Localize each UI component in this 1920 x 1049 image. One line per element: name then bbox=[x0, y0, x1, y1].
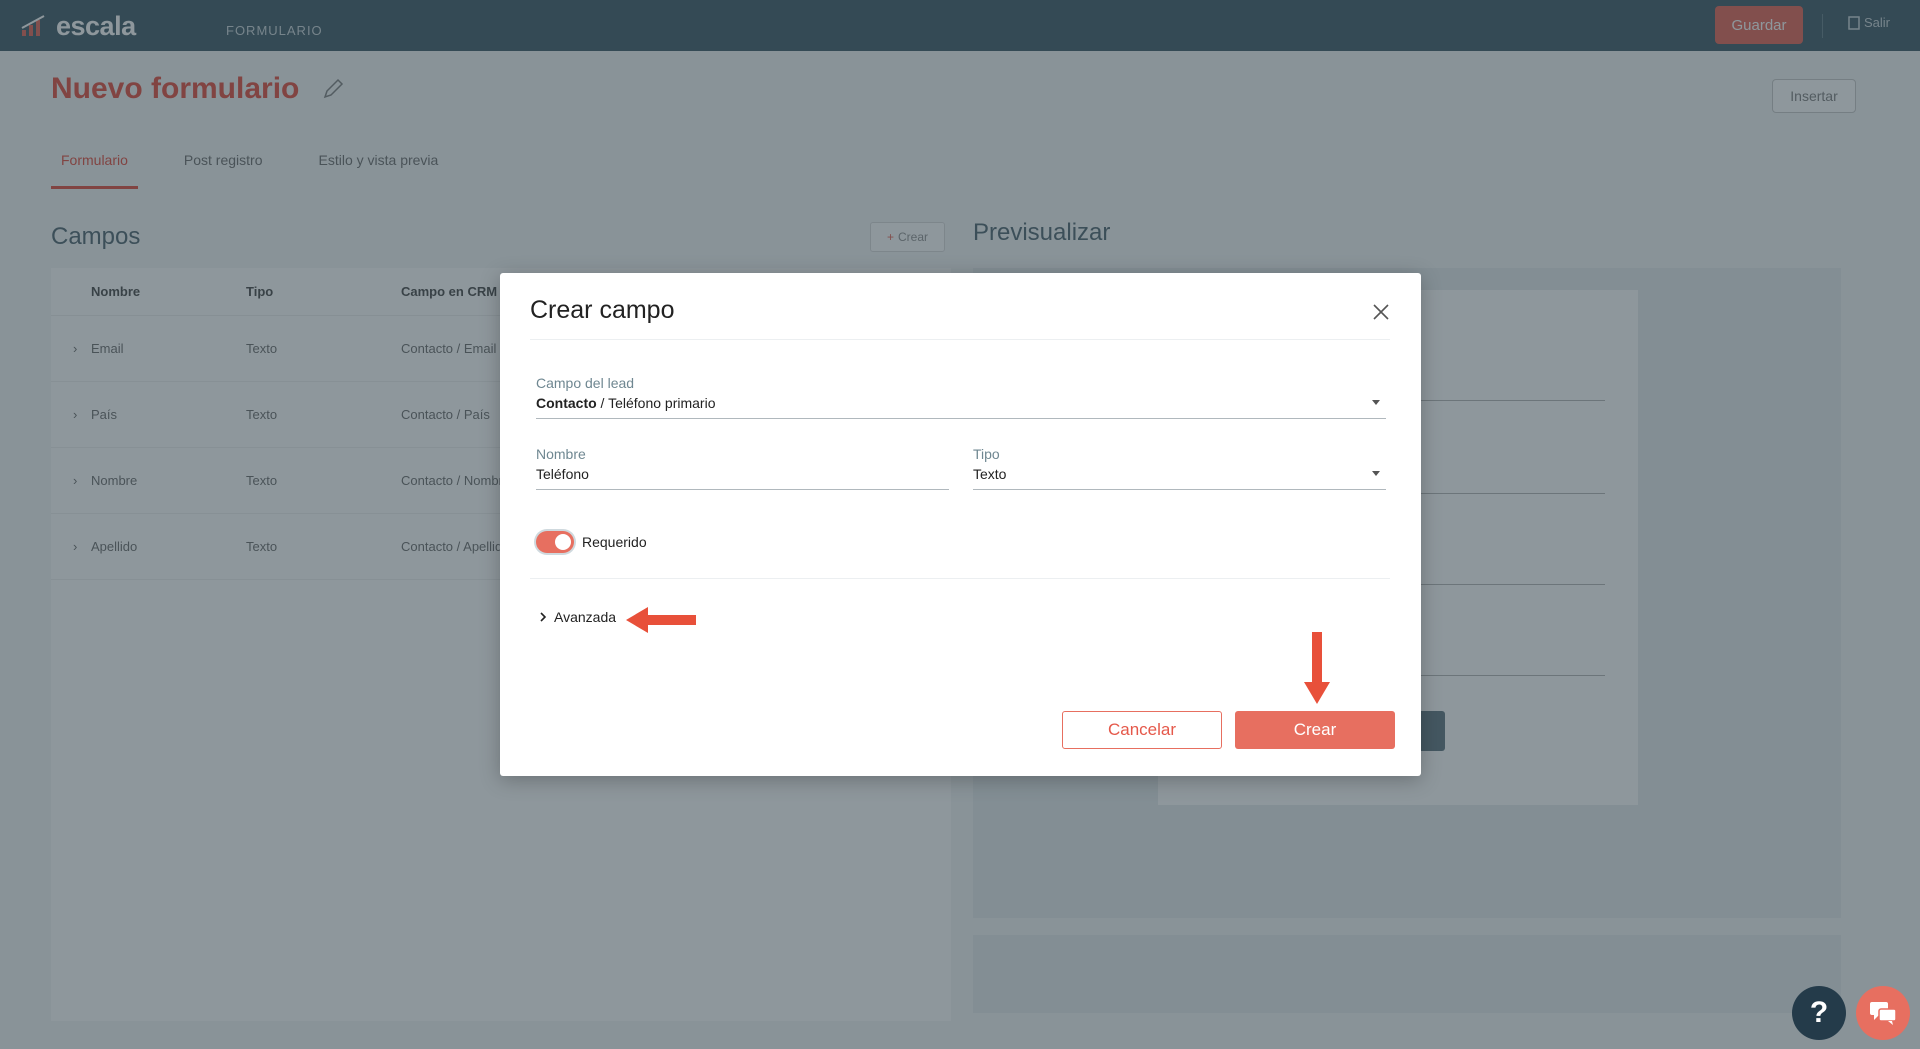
type-select[interactable]: Texto bbox=[973, 466, 1386, 490]
toggle-knob bbox=[555, 534, 571, 550]
advanced-label: Avanzada bbox=[554, 609, 617, 625]
advanced-toggle[interactable]: Avanzada bbox=[538, 609, 616, 625]
close-icon[interactable] bbox=[1372, 303, 1390, 321]
lead-field-property: / Teléfono primario bbox=[596, 395, 716, 411]
cancel-button[interactable]: Cancelar bbox=[1062, 711, 1222, 749]
annotation-arrow-left-icon bbox=[626, 607, 696, 633]
chat-button[interactable] bbox=[1856, 986, 1910, 1040]
create-button[interactable]: Crear bbox=[1235, 711, 1395, 749]
caret-down-icon[interactable] bbox=[1372, 400, 1380, 405]
chevron-right-icon bbox=[540, 612, 547, 622]
lead-field-value[interactable]: Contacto / Teléfono primario bbox=[536, 395, 1386, 419]
chat-icon bbox=[1870, 1002, 1897, 1025]
lead-field-label: Campo del lead bbox=[536, 375, 635, 391]
lead-field-select[interactable]: Campo del lead Contacto / Teléfono prima… bbox=[536, 375, 1386, 419]
name-input[interactable]: Teléfono bbox=[536, 466, 949, 490]
create-field-dialog: Crear campo Campo del lead Contacto / Te… bbox=[500, 273, 1421, 776]
required-toggle-row: Requerido bbox=[536, 531, 647, 553]
required-toggle[interactable] bbox=[536, 531, 574, 553]
dialog-divider bbox=[530, 578, 1390, 579]
question-icon: ? bbox=[1809, 996, 1829, 1029]
caret-down-icon[interactable] bbox=[1372, 471, 1380, 476]
help-button[interactable]: ? bbox=[1792, 986, 1846, 1040]
annotation-arrow-down-icon bbox=[1304, 632, 1330, 704]
type-field-label: Tipo bbox=[973, 446, 1000, 462]
name-field[interactable]: Nombre Teléfono bbox=[536, 446, 949, 490]
type-value: Texto bbox=[973, 466, 1007, 482]
lead-field-entity: Contacto bbox=[536, 395, 597, 411]
required-label: Requerido bbox=[582, 534, 647, 550]
dialog-divider bbox=[530, 339, 1390, 340]
dialog-title: Crear campo bbox=[530, 296, 675, 324]
name-field-label: Nombre bbox=[536, 446, 586, 462]
type-field-select[interactable]: Tipo Texto bbox=[973, 446, 1386, 490]
